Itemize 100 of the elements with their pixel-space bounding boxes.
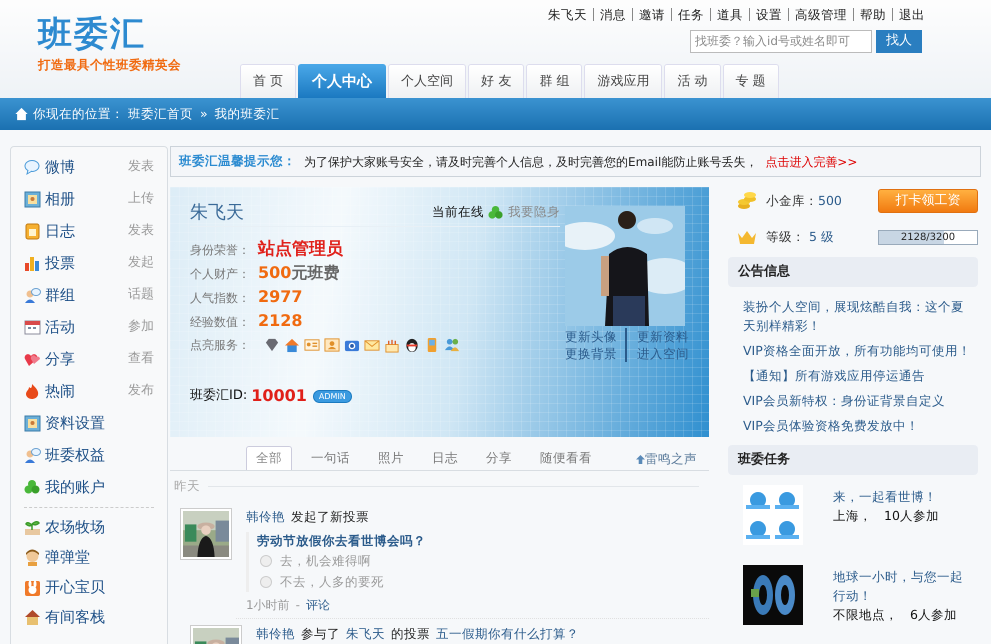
sidebar-link[interactable]: 微博 — [45, 156, 124, 178]
task-count: 6人参加 — [910, 606, 957, 624]
admin-badge: ADMIN — [312, 390, 352, 402]
site-logo[interactable]: 班委汇 — [38, 14, 240, 54]
profile-link[interactable]: 更新头像 — [565, 328, 627, 345]
sidebar-link[interactable]: 开心宝贝 — [45, 576, 154, 598]
profile-link[interactable]: 更换背景 — [565, 345, 627, 362]
photo-icon — [24, 190, 41, 208]
feed-tab[interactable]: 分享 — [477, 446, 521, 470]
breadcrumb-link[interactable]: 我的班委汇 — [214, 104, 280, 124]
sidebar-link[interactable]: 活动 — [45, 316, 124, 338]
game-character-icon — [24, 548, 41, 566]
announcement-link[interactable]: 【通知】所有游戏应用停运通告 — [743, 366, 972, 385]
sidebar-link[interactable]: 我的账户 — [45, 476, 154, 498]
breadcrumb-separator: » — [199, 104, 209, 123]
top-nav-link[interactable]: 朱飞天 — [542, 8, 593, 20]
task-title[interactable]: 地球一小时，与您一起行动！ — [833, 567, 973, 605]
sidebar-link[interactable]: 群组 — [45, 284, 124, 306]
feed-tab[interactable]: 一句话 — [302, 446, 359, 470]
gem-icon — [264, 336, 280, 352]
feed-tab[interactable]: 随便看看 — [531, 446, 601, 470]
sidebar-link[interactable]: 日志 — [45, 220, 124, 242]
up-arrow-icon — [636, 454, 645, 464]
nav-tab[interactable]: 游戏应用 — [584, 64, 662, 98]
sprout-icon — [24, 518, 41, 536]
nav-tab[interactable]: 群 组 — [526, 64, 582, 98]
sidebar-link[interactable]: 相册 — [45, 188, 124, 210]
nav-tab[interactable]: 个人空间 — [388, 64, 466, 98]
people-icon — [24, 446, 41, 464]
search-field[interactable]: 找班委？输入id号或姓名即可 — [690, 30, 872, 52]
feed-tab[interactable]: 日志 — [423, 446, 467, 470]
breadcrumb-link[interactable]: 班委汇首页 — [128, 104, 193, 124]
radio-button[interactable] — [260, 576, 272, 588]
user-link[interactable]: 韩伶艳 — [256, 625, 295, 644]
field-value: 2128 — [258, 310, 303, 332]
search-button[interactable]: 找人 — [876, 30, 922, 52]
top-nav-link[interactable]: 邀请 — [632, 8, 671, 20]
people-icon — [444, 336, 460, 352]
comment-separator: - — [296, 597, 300, 614]
nav-tab[interactable]: 活 动 — [664, 64, 721, 98]
task-title[interactable]: 来，一起看世博！ — [833, 487, 973, 506]
feed-tab[interactable]: 照片 — [369, 446, 413, 470]
sidebar-link[interactable]: 分享 — [45, 348, 124, 370]
feed-action: 的投票 — [391, 625, 430, 644]
feed-action: 参与了 — [301, 625, 340, 644]
people-icon — [24, 286, 41, 304]
user-id-label: 班委汇ID: — [190, 387, 248, 406]
sidebar-link[interactable]: 资料设置 — [45, 412, 154, 434]
speech-bubble-icon — [24, 158, 41, 176]
contact-card-icon — [324, 336, 340, 352]
field-value: 500 — [258, 262, 292, 284]
top-nav-link[interactable]: 任务 — [671, 8, 710, 20]
notice-text: 为了保护大家账号安全，请及时完善个人信息，及时完善您的Email能防止账号丢失， — [304, 154, 758, 170]
feed-side-link[interactable]: 雷鸣之声 — [645, 450, 697, 468]
clover-icon — [488, 204, 504, 220]
sidebar-link[interactable]: 投票 — [45, 252, 124, 274]
comment-link[interactable]: 评论 — [306, 596, 330, 614]
top-nav-link[interactable]: 消息 — [593, 8, 632, 20]
vote-link[interactable]: 五一假期你有什么打算？ — [436, 625, 579, 644]
radio-button[interactable] — [260, 555, 272, 568]
breadcrumb-label: 你现在的位置： — [33, 104, 124, 123]
user-link[interactable]: 朱飞天 — [346, 625, 385, 644]
sidebar-link[interactable]: 热闹 — [45, 380, 124, 402]
post-time: 1小时前 — [246, 597, 290, 614]
feed-tab[interactable]: 全部 — [246, 446, 292, 470]
announcement-link[interactable]: VIP会员新特权：身份证背景自定义 — [743, 391, 972, 410]
clover-icon — [24, 478, 41, 496]
penguin-icon — [404, 336, 420, 352]
notice-link[interactable]: 点击进入完善>> — [765, 152, 858, 170]
top-nav-link[interactable]: 帮助 — [853, 8, 892, 20]
sidebar-link[interactable]: 班委权益 — [45, 444, 154, 466]
profile-name: 朱飞天 — [190, 201, 245, 225]
sidebar-link[interactable]: 有间客栈 — [45, 606, 154, 628]
nav-tab[interactable]: 首 页 — [240, 64, 296, 98]
nav-tab[interactable]: 个人中心 — [298, 64, 386, 98]
vote-option: 不去，人多的要死 — [280, 572, 384, 592]
sidebar-link[interactable]: 弹弹堂 — [45, 546, 154, 568]
sidebar-link[interactable]: 农场牧场 — [45, 516, 154, 538]
vote-title[interactable]: 劳动节放假你去看世博会吗？ — [257, 532, 426, 550]
nav-tab[interactable]: 好 友 — [468, 64, 524, 98]
top-nav-link[interactable]: 设置 — [749, 8, 788, 20]
top-nav-link[interactable]: 道具 — [710, 8, 749, 20]
vote-option: 去，机会难得啊 — [280, 552, 371, 571]
user-link[interactable]: 韩伶艳 — [246, 508, 285, 526]
task-place: 不限地点， — [833, 606, 898, 624]
online-status: 当前在线 — [432, 203, 484, 222]
notebook-icon — [24, 222, 41, 240]
announcement-link[interactable]: VIP资格全面开放，所有功能均可使用！ — [743, 341, 972, 360]
announcement-link[interactable]: VIP会员体验资格免费发放中！ — [743, 416, 972, 435]
field-label: 经验数值： — [190, 314, 251, 331]
field-unit: 元班费 — [291, 262, 340, 284]
photo-icon — [24, 414, 41, 432]
field-value: 站点管理员 — [258, 238, 343, 261]
house-icon — [284, 336, 300, 352]
announcement-link[interactable]: 装扮个人空间，展现炫酷自我：这个夏天别样精彩！ — [743, 297, 972, 335]
nav-tab[interactable]: 专 题 — [722, 64, 779, 98]
top-nav-link[interactable]: 退出 — [892, 8, 931, 20]
home-icon — [14, 107, 29, 121]
coins-icon — [737, 191, 757, 211]
top-nav-link[interactable]: 高级管理 — [788, 8, 853, 20]
